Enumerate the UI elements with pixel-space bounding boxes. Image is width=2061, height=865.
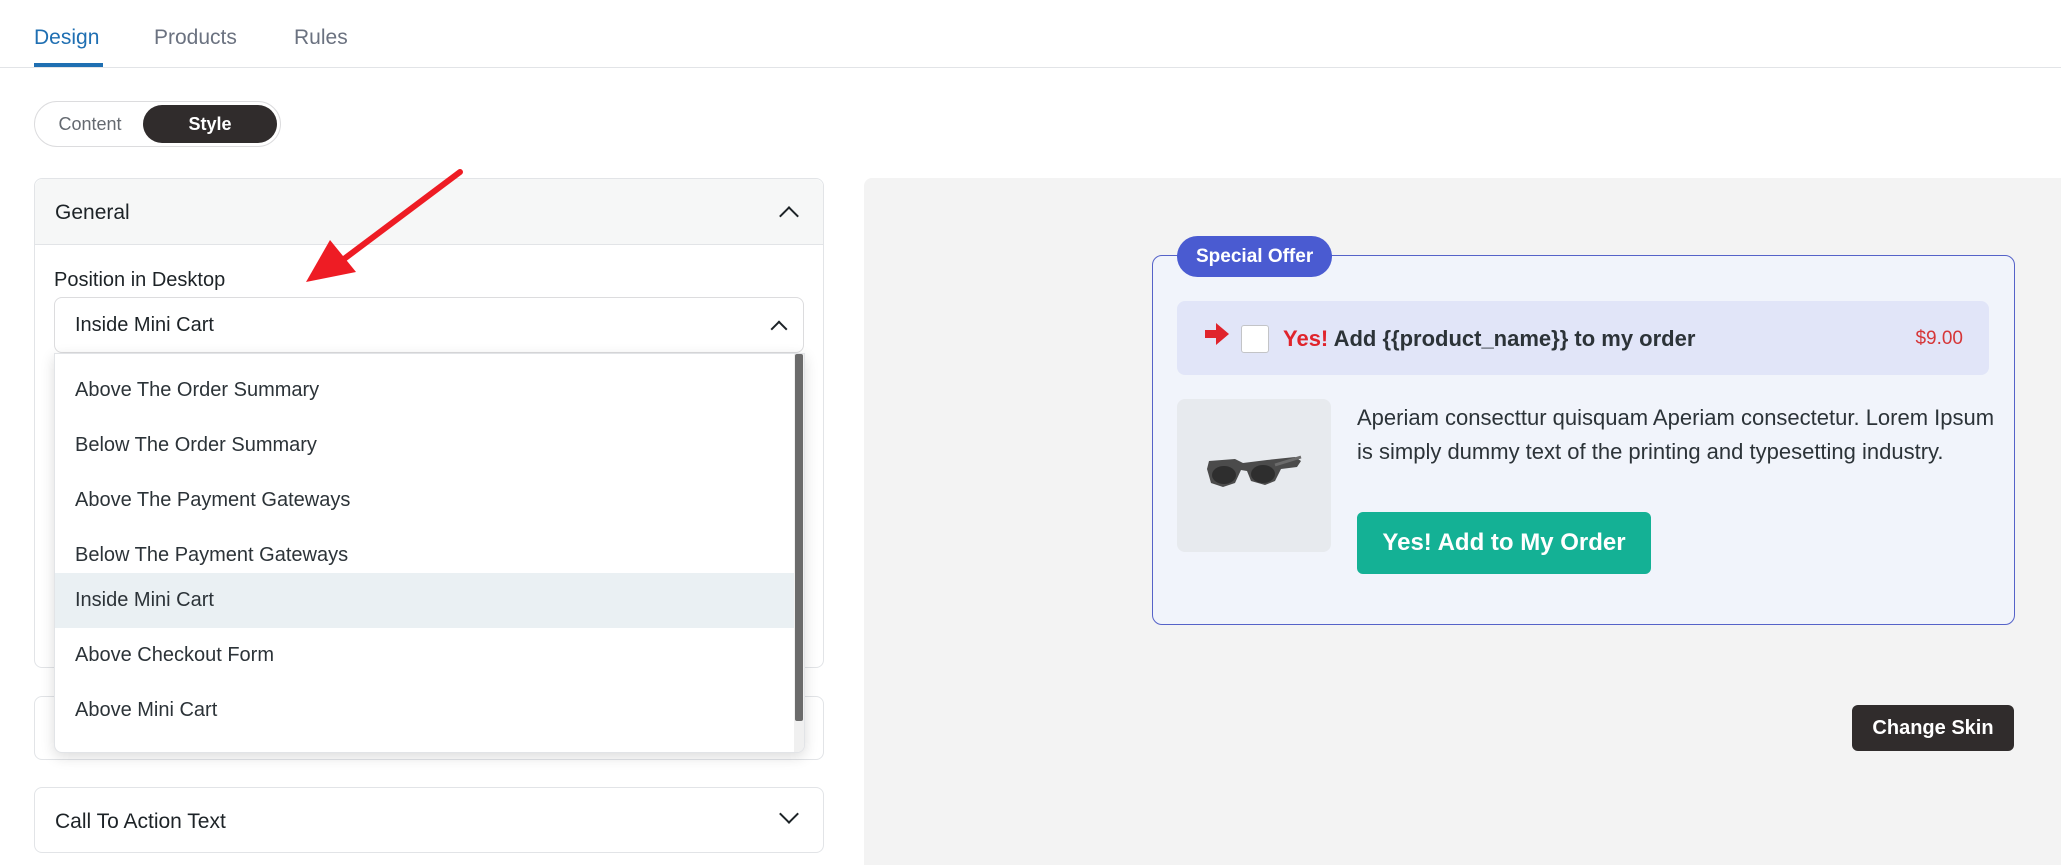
dropdown-option[interactable]: Above Mini Cart [55,683,796,738]
position-in-desktop-select[interactable]: Inside Mini Cart [54,297,804,353]
dropdown-option-selected[interactable]: Inside Mini Cart [55,573,796,628]
chevron-up-icon[interactable] [779,206,799,226]
add-to-order-button[interactable]: Yes! Add to My Order [1357,512,1651,574]
dropdown-scrollbar[interactable] [794,354,804,752]
position-dropdown-list: Above The Order Summary Below The Order … [54,353,805,753]
offer-price: $9.00 [1915,328,1963,349]
offer-row: Yes! Add {{product_name}} to my order $9… [1177,301,1989,375]
call-to-action-title: Call To Action Text [55,810,226,833]
annotation-arrow [306,169,463,282]
position-in-desktop-label: Position in Desktop [54,269,226,291]
sunglasses-image [1207,455,1302,487]
dropdown-scrollbar-thumb[interactable] [795,354,803,721]
change-skin-button[interactable]: Change Skin [1852,705,2014,751]
dropdown-option[interactable]: Above The Payment Gateways [55,473,796,528]
chevron-down-icon[interactable] [779,804,799,824]
tab-design[interactable]: Design [34,26,99,50]
offer-yes-text: Yes! [1283,326,1329,351]
tab-rules[interactable]: Rules [294,26,348,50]
tab-products[interactable]: Products [154,26,237,50]
special-offer-badge: Special Offer [1177,236,1333,277]
active-tab-indicator [34,63,103,67]
top-tab-bar: Design Products Rules [0,0,2061,68]
product-description: Aperiam consecttur quisquam Aperiam cons… [1357,405,1995,464]
offer-row-text: Yes! Add {{product_name}} to my order [1283,326,1695,352]
content-mode-button[interactable]: Content [39,105,141,143]
chevron-up-icon [770,320,788,338]
call-to-action-section[interactable]: Call To Action Text [34,787,824,853]
select-current-value: Inside Mini Cart [75,314,214,336]
right-arrow-icon [1205,323,1229,345]
content-style-toggle: Content Style [34,101,281,147]
general-section-title: General [55,201,130,224]
style-mode-button[interactable]: Style [143,105,277,143]
dropdown-option[interactable]: Below The Order Summary [55,418,796,473]
offer-add-text: Add {{product_name}} to my order [1333,326,1696,351]
product-image [1177,399,1331,552]
dropdown-option[interactable]: Above The Order Summary [55,363,796,418]
dropdown-option[interactable]: Above Checkout Form [55,628,796,683]
offer-checkbox[interactable] [1241,325,1269,353]
